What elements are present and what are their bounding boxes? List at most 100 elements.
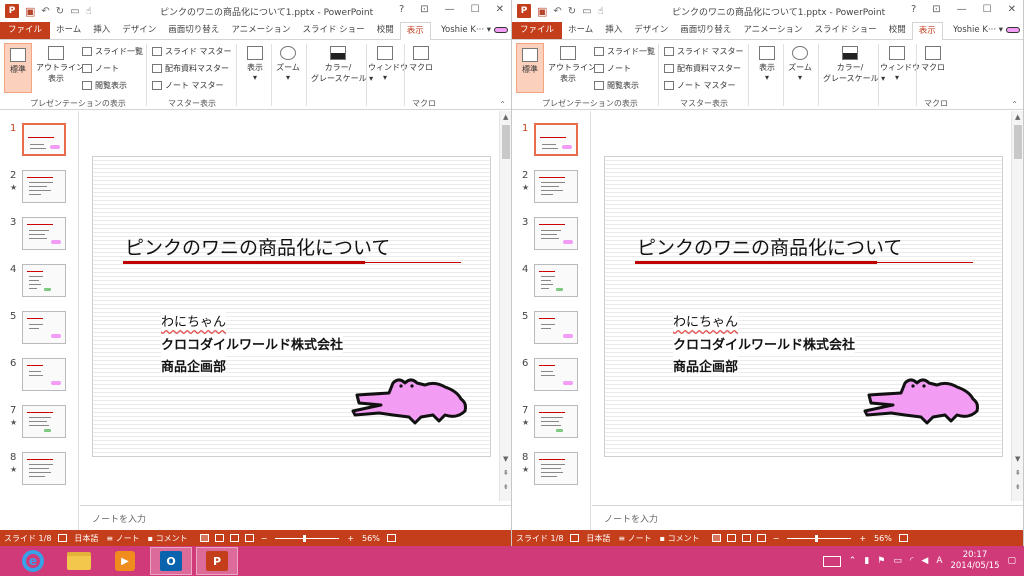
macro-button[interactable]: マクロ: [920, 46, 946, 73]
show-button[interactable]: 表示 ▾: [242, 46, 268, 82]
subtitle-line-3[interactable]: 商品企画部: [673, 356, 739, 375]
redo-icon[interactable]: ↻: [56, 6, 64, 17]
notes-pane[interactable]: ノートを入力: [592, 505, 1023, 530]
subtitle-line-3[interactable]: 商品企画部: [161, 356, 227, 375]
outline-view-button[interactable]: アウトライン 表示: [548, 46, 596, 84]
slideshow-status-icon[interactable]: [756, 534, 766, 542]
crocodile-icon[interactable]: [349, 373, 473, 425]
color-grayscale-button[interactable]: カラー/グレースケール ▾: [311, 46, 373, 84]
spellcheck-icon[interactable]: [570, 534, 580, 542]
taskbar-media-player[interactable]: ▶: [104, 547, 146, 575]
slide-sorter-status-icon[interactable]: [726, 534, 736, 542]
slide-title[interactable]: ピンクのワニの商品化について: [125, 233, 390, 260]
tab-view[interactable]: 表示: [911, 22, 943, 41]
handout-master-button[interactable]: 配布資料マスター: [152, 63, 229, 74]
fit-slide-icon[interactable]: [386, 534, 396, 542]
slide-thumbnail[interactable]: 4: [512, 264, 591, 304]
slide-thumbnail[interactable]: 3: [0, 217, 79, 257]
tab-design[interactable]: デザイン: [116, 22, 162, 39]
notes-toggle[interactable]: ≡ ノート: [614, 533, 655, 544]
zoom-out-icon[interactable]: −: [769, 534, 784, 543]
tab-design[interactable]: デザイン: [628, 22, 674, 39]
spellcheck-icon[interactable]: [58, 534, 68, 542]
comments-toggle[interactable]: ▪ コメント: [144, 533, 192, 544]
touch-icon[interactable]: ☝: [598, 6, 604, 17]
vertical-scrollbar[interactable]: ▲ ▼ ⇞ ⇟: [1011, 111, 1023, 501]
zoom-level[interactable]: 56%: [358, 534, 384, 543]
taskbar-ie[interactable]: e: [12, 547, 54, 575]
notes-master-button[interactable]: ノート マスター: [152, 80, 224, 91]
scrollbar-thumb[interactable]: [1014, 125, 1022, 159]
slide-thumbnail[interactable]: 8 ★: [512, 452, 591, 492]
slide-thumbnail[interactable]: 7 ★: [0, 405, 79, 445]
slide-thumbnail[interactable]: 6: [512, 358, 591, 398]
zoom-button[interactable]: ズーム ▾: [274, 46, 302, 82]
slide-thumbnail[interactable]: 1: [512, 123, 591, 163]
network-icon[interactable]: ▮: [864, 556, 869, 566]
reading-view-status-icon[interactable]: [741, 534, 751, 542]
language-indicator[interactable]: 日本語: [582, 533, 614, 544]
show-button[interactable]: 表示 ▾: [754, 46, 780, 82]
slide-sorter-button[interactable]: スライド一覧: [594, 46, 655, 57]
tab-transitions[interactable]: 画面切り替え: [162, 22, 225, 39]
scroll-down-icon[interactable]: ▼: [1015, 455, 1020, 463]
outline-view-button[interactable]: アウトライン 表示: [36, 46, 84, 84]
scroll-up-icon[interactable]: ▲: [1015, 113, 1020, 121]
next-slide-icon[interactable]: ⇟: [1015, 483, 1021, 491]
scroll-up-icon[interactable]: ▲: [503, 113, 508, 121]
slide-title[interactable]: ピンクのワニの商品化について: [637, 233, 902, 260]
minimize-icon[interactable]: —: [957, 4, 967, 15]
zoom-in-icon[interactable]: +: [855, 534, 870, 543]
tab-insert[interactable]: 挿入: [599, 22, 628, 39]
tab-slideshow[interactable]: スライド ショー: [296, 22, 370, 39]
volume-icon[interactable]: ◀: [921, 556, 928, 566]
save-icon[interactable]: ▣: [25, 5, 35, 18]
ribbon-display-icon[interactable]: ⊡: [932, 4, 940, 15]
undo-icon[interactable]: ↶: [553, 6, 561, 17]
redo-icon[interactable]: ↻: [568, 6, 576, 17]
maximize-icon[interactable]: ☐: [471, 4, 480, 15]
zoom-level[interactable]: 56%: [870, 534, 896, 543]
slide-thumbnail[interactable]: 2 ★: [512, 170, 591, 210]
slide-thumbnail[interactable]: 8 ★: [0, 452, 79, 492]
tab-review[interactable]: 校閲: [883, 22, 912, 39]
slide-thumbnail[interactable]: 4: [0, 264, 79, 304]
scrollbar-thumb[interactable]: [502, 125, 510, 159]
slideshow-icon[interactable]: ▭: [70, 6, 79, 17]
slideshow-status-icon[interactable]: [244, 534, 254, 542]
powerpoint-icon[interactable]: P: [517, 4, 531, 18]
slide-canvas[interactable]: ピンクのワニの商品化について わにちゃん クロコダイルワールド株式会社 商品企画…: [92, 156, 491, 457]
subtitle-line-1[interactable]: わにちゃん: [161, 311, 227, 330]
tab-home[interactable]: ホーム: [562, 22, 599, 39]
slide-thumbnail[interactable]: 7 ★: [512, 405, 591, 445]
maximize-icon[interactable]: ☐: [983, 4, 992, 15]
window-button[interactable]: ウィンドウ ▾: [880, 46, 920, 82]
notes-toggle[interactable]: ≡ ノート: [102, 533, 143, 544]
minimize-icon[interactable]: —: [445, 4, 455, 15]
tab-file[interactable]: ファイル: [512, 22, 563, 39]
previous-slide-icon[interactable]: ⇞: [1015, 469, 1021, 477]
tab-animations[interactable]: アニメーション: [225, 22, 296, 39]
tab-review[interactable]: 校閲: [371, 22, 400, 39]
subtitle-line-1[interactable]: わにちゃん: [673, 311, 739, 330]
undo-icon[interactable]: ↶: [41, 6, 49, 17]
slideshow-icon[interactable]: ▭: [582, 6, 591, 17]
save-icon[interactable]: ▣: [537, 5, 547, 18]
reading-view-button[interactable]: 閲覧表示: [82, 80, 127, 91]
zoom-out-icon[interactable]: −: [257, 534, 272, 543]
user-account[interactable]: Yoshie K··· ▾: [435, 22, 511, 39]
collapse-ribbon-icon[interactable]: ⌃: [1011, 100, 1018, 109]
previous-slide-icon[interactable]: ⇞: [503, 469, 509, 477]
normal-view-status-icon[interactable]: [199, 534, 209, 542]
macro-button[interactable]: マクロ: [408, 46, 434, 73]
powerpoint-icon[interactable]: P: [5, 4, 19, 18]
tab-slideshow[interactable]: スライド ショー: [808, 22, 882, 39]
slide-thumbnail[interactable]: 5: [0, 311, 79, 351]
slide-thumbnail[interactable]: 2 ★: [0, 170, 79, 210]
slide-master-button[interactable]: スライド マスター: [152, 46, 232, 57]
slide-sorter-status-icon[interactable]: [214, 534, 224, 542]
zoom-slider-knob[interactable]: [815, 534, 819, 542]
normal-view-button[interactable]: 標準: [516, 43, 544, 93]
touch-icon[interactable]: ☝: [86, 6, 92, 17]
zoom-button[interactable]: ズーム ▾: [786, 46, 814, 82]
